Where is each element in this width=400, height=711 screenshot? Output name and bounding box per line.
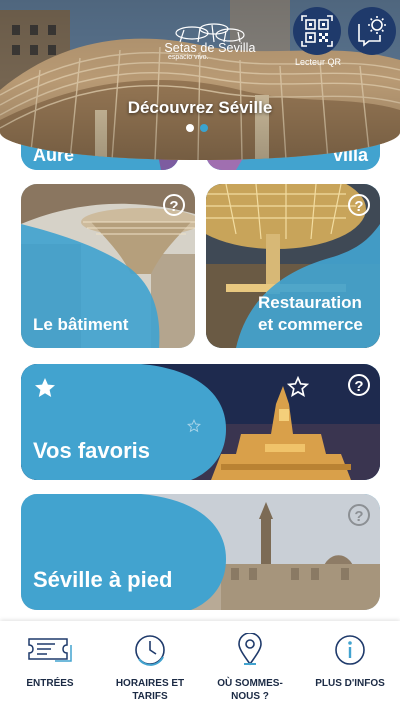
ticket-icon <box>28 638 72 662</box>
carousel-dot-1[interactable] <box>186 124 194 132</box>
settings-gear-icon <box>358 16 386 47</box>
setas-logo: Setas de Sevilla espacio vivo. <box>160 22 260 62</box>
carousel-dot-2[interactable] <box>200 124 208 132</box>
tab-plus-dinfos[interactable]: PLUS D'INFOS <box>300 621 400 711</box>
info-icon <box>335 635 365 665</box>
settings-button[interactable] <box>348 7 396 55</box>
location-pin-icon <box>238 633 262 666</box>
clock-icon <box>135 635 165 666</box>
star-outline-icon <box>187 419 201 433</box>
hero-carousel[interactable]: Setas de Sevilla espacio vivo. Découvrez… <box>0 0 400 160</box>
qr-code-icon <box>301 15 333 47</box>
qr-reader-label[interactable]: Lecteur QR <box>284 57 352 67</box>
favorite-star-icon[interactable] <box>287 376 309 398</box>
help-icon[interactable]: ? <box>348 374 370 396</box>
logo-tagline: espacio vivo. <box>168 54 209 61</box>
card-label: Vos favoris <box>33 438 150 463</box>
tab-entrees[interactable]: ENTRÉES <box>0 621 100 711</box>
star-icon <box>35 378 55 397</box>
carousel-title: Découvrez Séville <box>127 98 273 117</box>
card-vos-favoris[interactable]: ? Vos favoris <box>21 364 380 480</box>
card-restauration[interactable]: ? Restauration et commerce <box>206 184 380 348</box>
logo-name: Setas de Sevilla <box>164 41 256 55</box>
help-icon[interactable]: ? <box>348 194 370 216</box>
help-icon[interactable]: ? <box>348 504 370 526</box>
card-label: Séville à pied <box>33 567 173 592</box>
bottom-tab-bar: ENTRÉES HORAIRES ET TARIFS OÙ SOMMES-NOU… <box>0 621 400 711</box>
tab-label: ENTRÉES <box>26 678 74 689</box>
tab-ou-sommes-nous[interactable]: OÙ SOMMES-NOUS ? <box>200 621 300 711</box>
card-le-batiment[interactable]: ? Le bâtiment <box>21 184 195 348</box>
carousel-pagination[interactable] <box>186 124 208 132</box>
card-label: Restauration et commerce <box>258 293 363 334</box>
card-label: Le bâtiment <box>33 315 129 334</box>
help-icon[interactable]: ? <box>163 194 185 216</box>
tab-label: OÙ SOMMES-NOUS ? <box>217 678 283 702</box>
tab-label: PLUS D'INFOS <box>315 678 385 689</box>
tab-horaires-tarifs[interactable]: HORAIRES ET TARIFS <box>100 621 200 711</box>
qr-reader-button[interactable] <box>293 7 341 55</box>
card-seville-a-pied[interactable]: ? Séville à pied <box>21 494 380 610</box>
tab-label: HORAIRES ET TARIFS <box>115 678 185 702</box>
